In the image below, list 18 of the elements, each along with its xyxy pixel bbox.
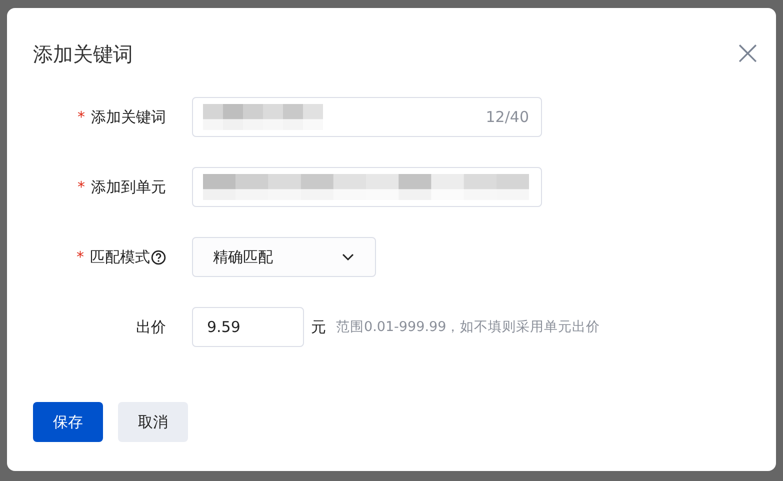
required-mark: * [78, 108, 85, 126]
hint-text: 范围0.01-999.99，如不填则采用单元出价 [336, 318, 600, 336]
dialog-title: 添加关键词 [33, 40, 133, 68]
field-label: 添加关键词 [91, 108, 166, 126]
match-mode-select[interactable]: 精确匹配 [192, 237, 376, 277]
text-field[interactable] [192, 167, 542, 207]
required-mark: * [78, 178, 85, 196]
cancel-button[interactable]: 取消 [118, 402, 188, 442]
help-icon[interactable] [151, 250, 166, 264]
bid-input[interactable]: 9.59 [192, 307, 304, 347]
field-label: 匹配模式 [90, 248, 150, 266]
field-label: 出价 [136, 318, 166, 336]
unit-text: 元 [311, 318, 326, 336]
close-button[interactable]: × [734, 36, 762, 70]
required-mark: * [76, 248, 84, 266]
save-button[interactable]: 保存 [33, 402, 103, 442]
character-counter: 12/40 [486, 108, 529, 126]
field-label: 添加到单元 [91, 178, 166, 196]
